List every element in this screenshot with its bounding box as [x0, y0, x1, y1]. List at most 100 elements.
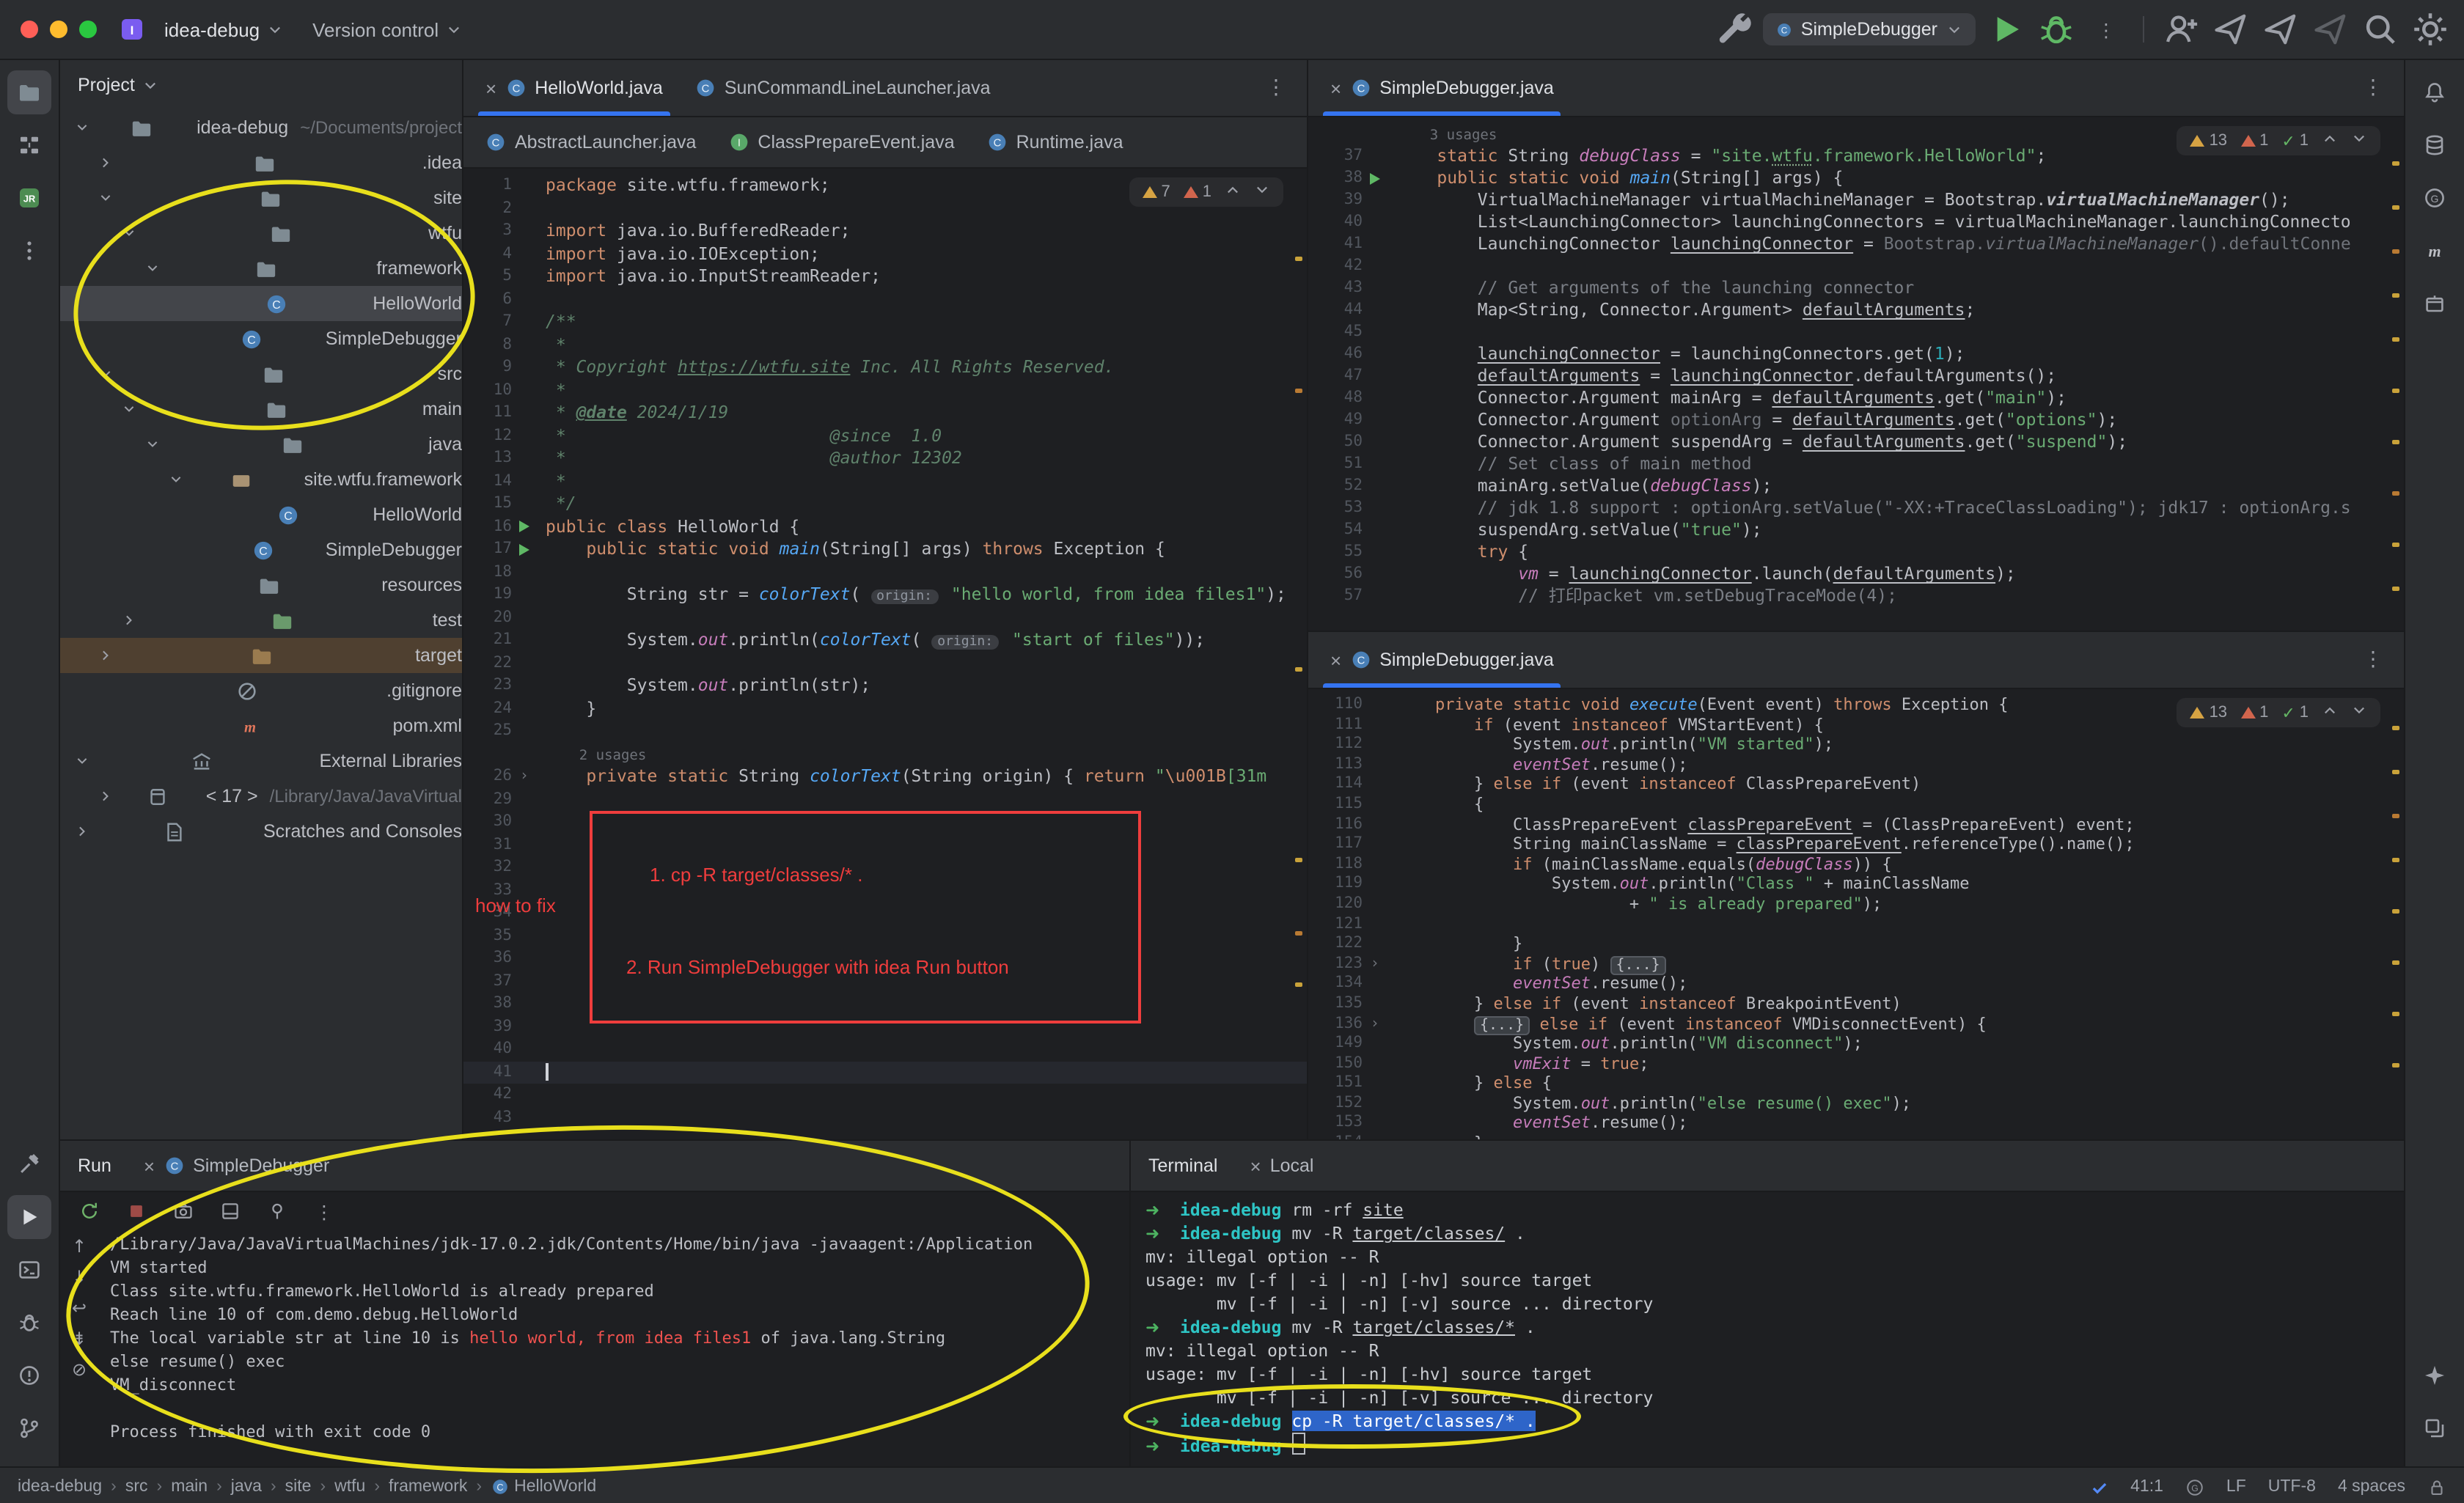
chevron-down-icon[interactable]	[92, 367, 117, 381]
tab-suncommandlinelauncher-java[interactable]: CSunCommandLineLauncher.java	[679, 60, 1007, 116]
tab-runtime-java[interactable]: CRuntime.java	[971, 117, 1140, 167]
chevron-down-icon[interactable]	[139, 437, 164, 452]
run-gutter-icon[interactable]	[519, 521, 529, 533]
prev-problem-icon[interactable]	[2322, 131, 2338, 151]
settings-gear-icon[interactable]	[2411, 10, 2449, 48]
tree-item-wtfu[interactable]: wtfu	[60, 216, 462, 251]
usages-inlay[interactable]: 2 usages	[546, 747, 646, 763]
run-gutter-icon[interactable]	[519, 544, 529, 556]
tree-item-java[interactable]: java	[60, 427, 462, 462]
jr-plugin-button[interactable]: JR	[7, 176, 51, 220]
chevron-right-icon[interactable]	[92, 789, 117, 804]
chevron-down-icon[interactable]	[142, 77, 158, 93]
bottom-right-tool-window-button[interactable]	[2413, 1406, 2457, 1450]
next-problem-icon[interactable]	[1254, 182, 1270, 202]
down-stack-trace-icon[interactable]: ↓	[72, 1267, 87, 1287]
next-problem-icon[interactable]	[2351, 131, 2367, 151]
status-lf[interactable]: LF	[2226, 1478, 2246, 1496]
usages-inlay[interactable]: 3 usages	[1396, 128, 1497, 144]
tab-classprepareevent-java[interactable]: IClassPrepareEvent.java	[712, 117, 970, 167]
error-badge[interactable]: 1	[2240, 704, 2268, 721]
zoom-window-button[interactable]	[79, 21, 97, 38]
chevron-right-icon[interactable]	[116, 613, 141, 628]
prev-problem-icon[interactable]	[2322, 702, 2338, 723]
breadcrumb-site[interactable]: site	[285, 1478, 312, 1496]
rerun-icon[interactable]	[75, 1197, 104, 1226]
debug-tool-window-button[interactable]	[7, 1301, 51, 1345]
maven-tool-window-button[interactable]: m	[2413, 229, 2457, 273]
version-control-tool-window-button[interactable]	[7, 1406, 51, 1450]
check-icon[interactable]	[2089, 1477, 2108, 1496]
tree-item-package-site-wtfu-framework[interactable]: site.wtfu.framework	[60, 462, 462, 497]
breadcrumb-java[interactable]: java	[231, 1478, 262, 1496]
breadcrumb-framework[interactable]: framework	[389, 1478, 467, 1496]
tab-options-icon[interactable]: ⋮	[1251, 76, 1301, 100]
close-tab-icon[interactable]: ×	[1330, 78, 1341, 98]
database-tool-window-button[interactable]	[2413, 123, 2457, 167]
gradle-tool-window-button[interactable]: G	[2413, 176, 2457, 220]
close-tab-icon[interactable]: ×	[485, 78, 496, 98]
editor-simpledebugger-bottom[interactable]: 131✓1 110 private static void execute(Ev…	[1308, 689, 2404, 1139]
tab-simpledebugger-java[interactable]: ×CSimpleDebugger.java	[1314, 60, 1570, 116]
breadcrumb-helloworld[interactable]: CHelloWorld	[491, 1478, 596, 1496]
status-41-1[interactable]: 41:1	[2130, 1478, 2163, 1496]
tree-item-helloworld-src[interactable]: CHelloWorld	[60, 497, 462, 532]
scroll-to-end-icon[interactable]: ⇟	[72, 1329, 87, 1349]
tree-item-target[interactable]: target	[60, 638, 462, 673]
ai-assistant-button[interactable]	[2413, 1353, 2457, 1397]
tab-options-icon[interactable]: ⋮	[2348, 648, 2398, 672]
tree-item-test[interactable]: test	[60, 603, 462, 638]
vcs-menu[interactable]: Version control	[304, 14, 471, 45]
code-with-me-icon[interactable]	[2162, 10, 2200, 48]
run-tool-window-button[interactable]	[7, 1195, 51, 1239]
dependencies-tool-window-button[interactable]	[2413, 282, 2457, 326]
minimize-window-button[interactable]	[50, 21, 67, 38]
clear-all-icon[interactable]: ⊘	[72, 1359, 87, 1380]
tab-simpledebugger[interactable]: ×CSimpleDebugger	[132, 1141, 341, 1191]
lock-icon[interactable]	[2427, 1477, 2446, 1496]
search-icon[interactable]	[2361, 10, 2399, 48]
tree-item-main[interactable]: main	[60, 392, 462, 427]
send-icon-2[interactable]	[2262, 10, 2300, 48]
error-badge[interactable]: 1	[1184, 183, 1211, 201]
send-icon-3[interactable]	[2311, 10, 2350, 48]
problems-tool-window-button[interactable]	[7, 1353, 51, 1397]
gcircle-icon[interactable]: G	[2185, 1477, 2204, 1496]
tree-item-simpledebugger-site[interactable]: CSimpleDebugger	[60, 321, 462, 356]
stop-icon[interactable]	[122, 1197, 151, 1226]
terminal-panel-title[interactable]: Terminal	[1148, 1155, 1218, 1176]
close-tab-icon[interactable]: ×	[144, 1156, 155, 1175]
tree-item-idea-debug[interactable]: idea-debug~/Documents/project	[60, 110, 462, 145]
notifications-button[interactable]	[2413, 70, 2457, 114]
chevron-down-icon[interactable]	[69, 120, 94, 135]
ok-badge[interactable]: ✓1	[2281, 131, 2309, 150]
tab-helloworld-java[interactable]: ×CHelloWorld.java	[469, 60, 679, 116]
next-problem-icon[interactable]	[2351, 702, 2367, 723]
tab-options-icon[interactable]: ⋮	[2348, 76, 2398, 100]
tree-item-jdk-17[interactable]: < 17 >/Library/Java/JavaVirtual	[60, 779, 462, 814]
warning-badge[interactable]: 13	[2190, 132, 2228, 150]
tree-item-gitignore[interactable]: .gitignore	[60, 673, 462, 708]
close-tab-icon[interactable]: ×	[1250, 1156, 1261, 1175]
tree-item-src[interactable]: src	[60, 356, 462, 392]
up-stack-trace-icon[interactable]: ↑	[72, 1236, 87, 1257]
more-actions-icon[interactable]: ⋮	[2087, 10, 2125, 48]
editor-helloworld[interactable]: 71 1package site.wtfu.framework;23import…	[463, 169, 1307, 1139]
error-badge[interactable]: 1	[2240, 132, 2268, 150]
tree-item-external-libraries[interactable]: External Libraries	[60, 743, 462, 779]
ok-badge[interactable]: ✓1	[2281, 703, 2309, 722]
close-tab-icon[interactable]: ×	[1330, 650, 1341, 669]
chevron-down-icon[interactable]	[116, 402, 141, 416]
more-tool-windows-button[interactable]	[7, 229, 51, 273]
more-icon[interactable]: ⋮	[309, 1197, 339, 1226]
chevron-down-icon[interactable]	[163, 472, 188, 487]
close-window-button[interactable]	[21, 21, 38, 38]
screenshot-icon[interactable]	[169, 1197, 198, 1226]
tree-item-idea[interactable]: .idea	[60, 145, 462, 180]
warning-badge[interactable]: 13	[2190, 704, 2228, 721]
prev-problem-icon[interactable]	[1225, 182, 1241, 202]
project-menu[interactable]: idea-debug	[155, 14, 292, 45]
run-console[interactable]: /Library/Java/JavaVirtualMachines/jdk-17…	[98, 1230, 1129, 1466]
pin-icon[interactable]	[263, 1197, 292, 1226]
tree-item-simpledebugger-src[interactable]: CSimpleDebugger	[60, 532, 462, 567]
